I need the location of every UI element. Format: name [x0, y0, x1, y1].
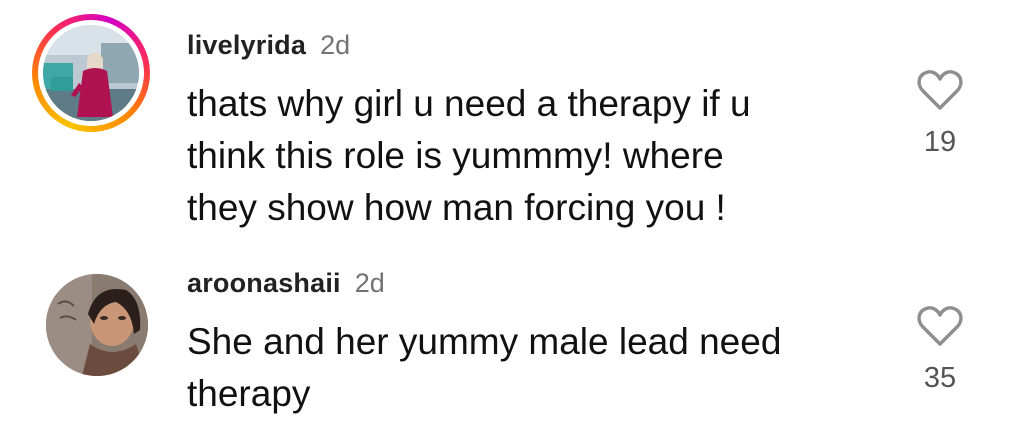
comment-timestamp: 2d [354, 268, 385, 298]
comment-text: She and her yummy male lead need therapy [187, 321, 782, 414]
comment-username[interactable]: aroonashaii [187, 268, 341, 299]
avatar[interactable] [46, 274, 148, 376]
like-count: 35 [923, 362, 957, 394]
story-ring[interactable] [32, 14, 150, 132]
avatar[interactable] [43, 25, 139, 121]
like-control: 19 [908, 68, 972, 159]
heart-icon[interactable] [916, 304, 964, 348]
comment-username[interactable]: livelyrida [187, 30, 306, 61]
like-control: 35 [908, 304, 972, 395]
profile-photo [46, 274, 148, 376]
comment-timestamp: 2d [320, 30, 351, 60]
heart-icon[interactable] [916, 68, 964, 112]
comment-text: thats why girl u need a therapy if u thin… [187, 83, 751, 228]
like-count: 19 [923, 126, 957, 158]
comment-item: livelyrida 2d thats why girl u need a th… [0, 0, 1024, 250]
comment-item: aroonashaii 2d She and her yummy male le… [0, 250, 1024, 429]
profile-photo [43, 25, 139, 121]
